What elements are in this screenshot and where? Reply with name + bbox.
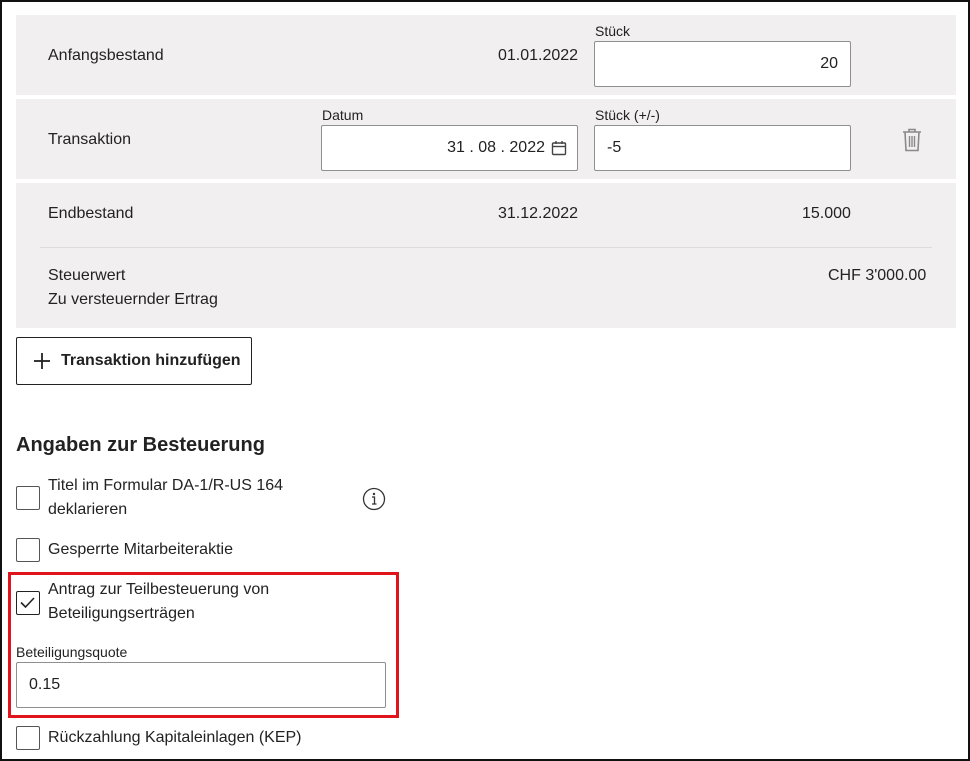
ertrag-label: Zu versteuernder Ertrag xyxy=(48,291,218,308)
tax-form: Anfangsbestand 01.01.2022 Stück 20 Trans… xyxy=(0,0,970,761)
checkbox-teilbesteuerung[interactable] xyxy=(16,591,40,615)
datum-input[interactable]: 31 . 08 . 2022 xyxy=(321,125,578,171)
transaktion-label: Transaktion xyxy=(48,131,131,148)
teilbesteuerung-label: Antrag zur Teilbesteuerung von Beteiligu… xyxy=(48,581,270,622)
checkbox-gesperrte-mitarbeiteraktie[interactable] xyxy=(16,538,40,562)
trash-icon[interactable] xyxy=(902,128,922,157)
datum-value: 31 . 08 . 2022 xyxy=(447,139,545,156)
add-transaction-button[interactable]: Transaktion hinzufügen xyxy=(16,337,252,385)
anfangsbestand-label: Anfangsbestand xyxy=(48,47,164,64)
stueck-delta-label: Stück (+/-) xyxy=(595,107,660,123)
anfangsbestand-row: Anfangsbestand 01.01.2022 Stück 20 xyxy=(16,15,956,95)
checkbox-kep[interactable] xyxy=(16,726,40,750)
endbestand-label: Endbestand xyxy=(48,205,134,222)
gesperrte-mitarbeiteraktie-label: Gesperrte Mitarbeiteraktie xyxy=(48,541,233,558)
endbestand-row: Endbestand 31.12.2022 15.000 Steuerwert … xyxy=(16,183,956,328)
kep-label: Rückzahlung Kapitaleinlagen (KEP) xyxy=(48,729,302,746)
transaktion-row: Transaktion Datum 31 . 08 . 2022 Stück (… xyxy=(16,99,956,179)
stueck-label: Stück xyxy=(595,23,631,39)
anfangsbestand-date: 01.01.2022 xyxy=(498,47,579,64)
beteiligungsquote-value: 0.15 xyxy=(29,676,61,693)
checkbox-da1-r-us[interactable] xyxy=(16,486,40,510)
steuerwert-label: Steuerwert xyxy=(48,267,126,284)
beteiligungsquote-input[interactable]: 0.15 xyxy=(16,662,386,708)
plus-icon xyxy=(33,352,51,370)
taxation-heading: Angaben zur Besteuerung xyxy=(16,434,265,456)
da1-r-us-label: Titel im Formular DA-1/R-US 164 deklarie… xyxy=(48,477,284,518)
beteiligungsquote-label: Beteiligungsquote xyxy=(16,644,128,660)
info-icon[interactable] xyxy=(362,487,386,516)
row-divider xyxy=(40,247,932,248)
anfangsbestand-stueck-value: 20 xyxy=(820,55,838,72)
transaktion-stueck-input[interactable]: -5 xyxy=(594,125,851,171)
datum-label: Datum xyxy=(322,107,364,123)
anfangsbestand-stueck-input[interactable]: 20 xyxy=(594,41,851,87)
endbestand-stueck: 15.000 xyxy=(802,205,851,222)
checkmark-icon xyxy=(20,597,35,609)
transaktion-stueck-value: -5 xyxy=(607,139,622,156)
calendar-icon[interactable] xyxy=(551,140,567,156)
add-transaction-label: Transaktion hinzufügen xyxy=(61,352,241,369)
endbestand-date: 31.12.2022 xyxy=(498,205,579,222)
steuerwert-value: CHF 3'000.00 xyxy=(828,267,927,284)
